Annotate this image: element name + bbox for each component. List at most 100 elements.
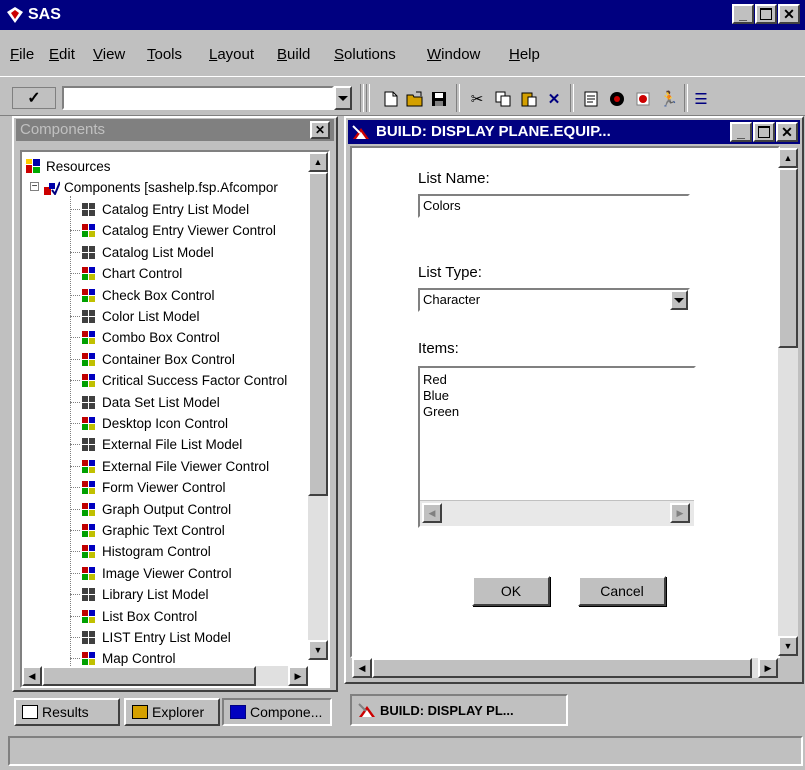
- command-dropdown-button[interactable]: [334, 86, 352, 110]
- command-input[interactable]: [62, 86, 334, 110]
- menu-file[interactable]: File: [10, 46, 34, 63]
- list-icon[interactable]: ☰: [690, 88, 712, 110]
- toolbar-separator: [684, 84, 688, 112]
- list-type-label: List Type:: [418, 264, 482, 281]
- scroll-left-button[interactable]: ◀: [352, 658, 372, 678]
- stop-icon[interactable]: [606, 88, 628, 110]
- menu-solutions[interactable]: Solutions: [334, 46, 396, 63]
- tree-catalog[interactable]: − Components [sashelp.fsp.Afcompor: [26, 177, 316, 198]
- maximize-button[interactable]: [755, 4, 777, 24]
- tree-item-label: Catalog List Model: [102, 244, 214, 260]
- scroll-right-button[interactable]: ▶: [758, 658, 778, 678]
- scroll-left-button[interactable]: ◀: [22, 666, 42, 686]
- tree-connector: [70, 294, 80, 296]
- taskbar-build[interactable]: BUILD: DISPLAY PL...: [350, 694, 568, 726]
- control-icon: [82, 224, 95, 238]
- scroll-right-button[interactable]: ▶: [670, 503, 690, 523]
- close-button[interactable]: ✕: [778, 4, 800, 24]
- menu-window[interactable]: Window: [427, 46, 480, 63]
- model-icon: [82, 438, 95, 452]
- menu-tools[interactable]: Tools: [147, 46, 182, 63]
- maximize-icon: [758, 126, 770, 138]
- scroll-down-button[interactable]: ▼: [308, 640, 328, 660]
- scroll-up-button[interactable]: ▲: [778, 148, 798, 168]
- components-title-bar[interactable]: Components ✕: [16, 119, 334, 141]
- control-icon: [82, 459, 95, 473]
- save-icon[interactable]: [428, 88, 450, 110]
- hscroll-thumb[interactable]: [42, 666, 256, 686]
- build-close-button[interactable]: ✕: [776, 122, 798, 142]
- list-type-dropdown-button[interactable]: [670, 290, 688, 310]
- tree-connector: [70, 637, 80, 638]
- tree-item-label: List Box Control: [102, 608, 198, 624]
- scroll-up-button[interactable]: ▲: [308, 152, 328, 172]
- list-item[interactable]: Green: [423, 404, 691, 420]
- model-icon: [82, 203, 95, 216]
- properties-icon[interactable]: [580, 88, 602, 110]
- menu-layout[interactable]: Layout: [209, 46, 254, 63]
- list-item[interactable]: Blue: [423, 388, 691, 404]
- tab-results[interactable]: Results: [14, 698, 120, 726]
- cut-icon[interactable]: ✂: [466, 88, 488, 110]
- items-listbox[interactable]: Red Blue Green ◀ ▶: [418, 366, 696, 528]
- tree-connector: [70, 380, 80, 382]
- tree-item-label: Catalog Entry List Model: [102, 202, 250, 217]
- list-type-select[interactable]: Character: [418, 288, 690, 312]
- scroll-down-button[interactable]: ▼: [778, 636, 798, 656]
- build-maximize-button[interactable]: [753, 122, 775, 142]
- cancel-button[interactable]: Cancel: [578, 576, 666, 606]
- model-icon: [82, 245, 95, 259]
- menu-help[interactable]: Help: [509, 46, 540, 63]
- build-hscroll[interactable]: ◀ ▶: [352, 658, 778, 678]
- status-bar: [8, 736, 803, 766]
- components-title: Components: [20, 121, 106, 138]
- results-icon: [22, 705, 38, 719]
- paste-icon[interactable]: [518, 88, 540, 110]
- build-title-bar[interactable]: BUILD: DISPLAY PLANE.EQUIP... _ ✕: [348, 120, 800, 144]
- build-canvas: List Name: Colors List Type: Character I…: [350, 146, 780, 658]
- tree-item-label: External File Viewer Control: [102, 458, 270, 474]
- tree-item-label: Library List Model: [102, 587, 209, 603]
- copy-icon[interactable]: [492, 88, 514, 110]
- open-folder-icon[interactable]: [404, 88, 426, 110]
- menu-build[interactable]: Build: [277, 46, 310, 63]
- control-icon: [82, 652, 95, 666]
- command-check-button[interactable]: ✓: [12, 87, 56, 109]
- items-hscroll[interactable]: ◀ ▶: [420, 500, 694, 526]
- new-document-icon[interactable]: [380, 88, 402, 110]
- scroll-right-button[interactable]: ▶: [288, 666, 308, 686]
- ok-button[interactable]: OK: [472, 576, 550, 606]
- tree-connector: [70, 615, 80, 617]
- tab-explorer[interactable]: Explorer: [124, 698, 220, 726]
- tree-vscroll[interactable]: ▲ ▼: [308, 152, 328, 660]
- menu-view[interactable]: View: [93, 46, 125, 63]
- scroll-thumb[interactable]: [308, 172, 328, 496]
- menu-edit[interactable]: Edit: [49, 46, 75, 63]
- scroll-left-button[interactable]: ◀: [422, 503, 442, 523]
- tree-line: [70, 196, 71, 686]
- components-tree[interactable]: Resources − Components [sashelp.fsp.Afco…: [20, 150, 330, 688]
- tree-item-label: Histogram Control: [102, 544, 211, 560]
- delete-icon[interactable]: ✕: [543, 88, 565, 110]
- tree-connector: [70, 487, 80, 489]
- control-icon: [82, 524, 95, 537]
- tree-connector: [70, 530, 80, 531]
- tree-hscroll[interactable]: ◀ ▶: [22, 666, 308, 686]
- app-title-bar[interactable]: SAS _ ✕: [0, 0, 805, 30]
- tree-connector: [70, 358, 80, 360]
- list-item[interactable]: Red: [423, 372, 691, 388]
- hscroll-thumb[interactable]: [372, 658, 752, 678]
- control-icon: [82, 267, 95, 281]
- run-icon[interactable]: 🏃: [658, 88, 680, 110]
- components-close-button[interactable]: ✕: [310, 121, 330, 139]
- build-minimize-button[interactable]: _: [730, 122, 752, 142]
- list-name-label: List Name:: [418, 170, 490, 187]
- tree-connector: [70, 508, 80, 510]
- list-name-field[interactable]: Colors: [418, 194, 690, 218]
- collapse-icon[interactable]: −: [30, 182, 39, 192]
- minimize-button[interactable]: _: [732, 4, 754, 24]
- target-icon[interactable]: [632, 88, 654, 110]
- build-vscroll[interactable]: ▲ ▼: [778, 148, 798, 656]
- tab-components[interactable]: Compone...: [222, 698, 332, 726]
- scroll-thumb[interactable]: [778, 168, 798, 348]
